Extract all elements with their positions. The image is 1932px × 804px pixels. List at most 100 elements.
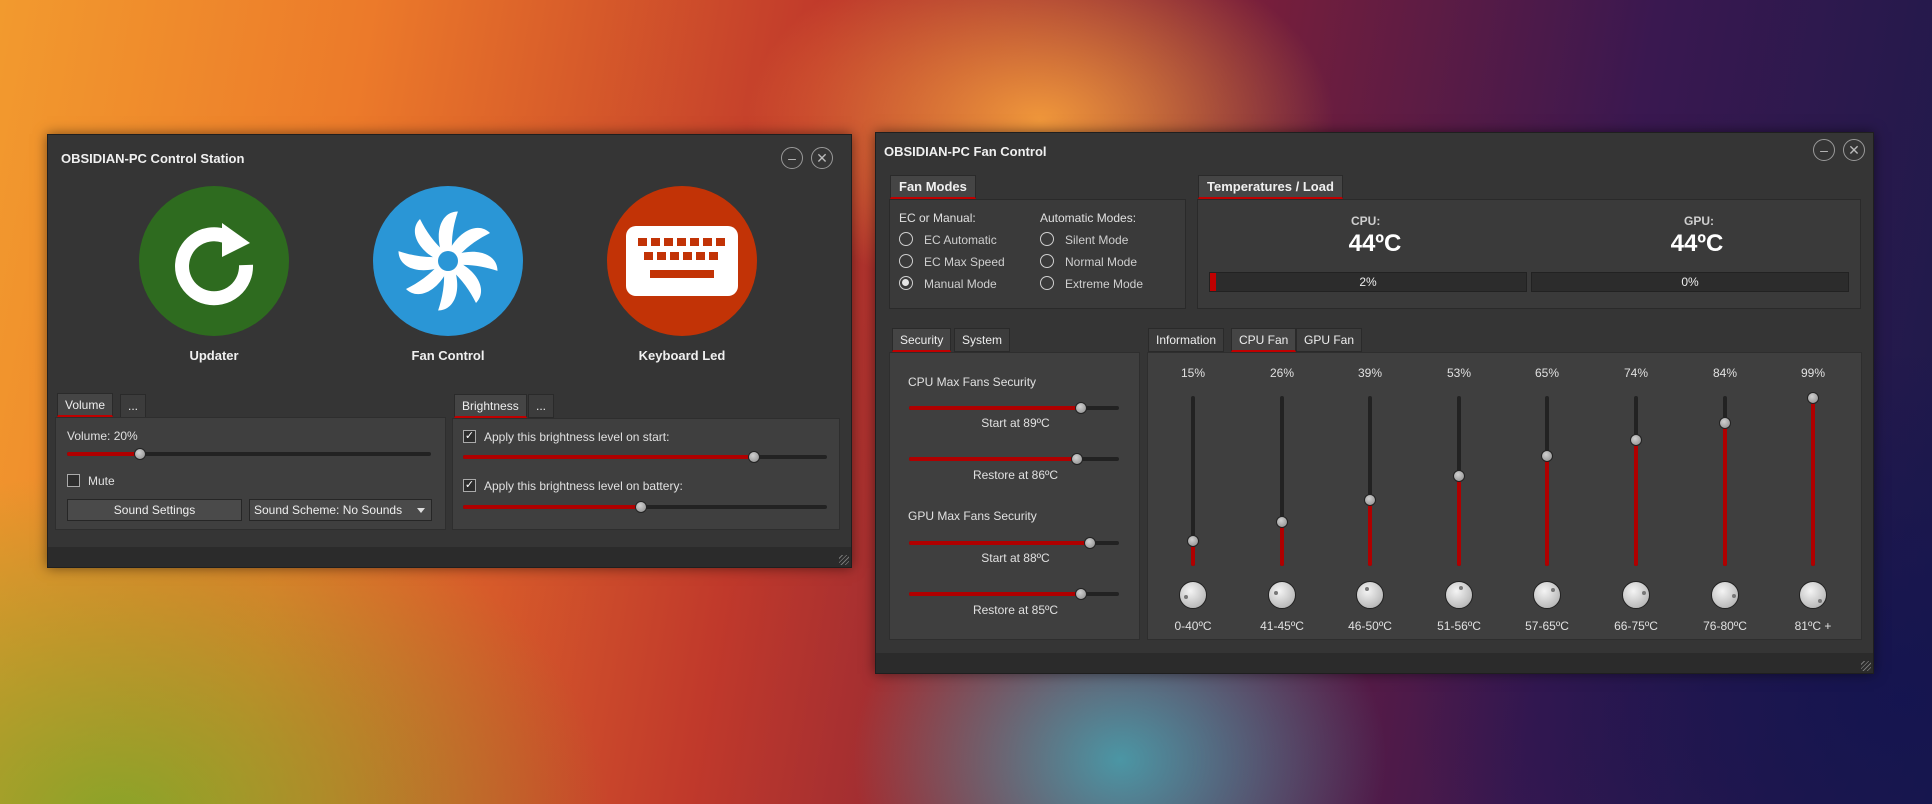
fan-speed-percent: 53% [1446, 366, 1472, 380]
gpu-start-handle[interactable] [1083, 537, 1096, 549]
tab-system[interactable]: System [954, 328, 1011, 352]
fan-speed-percent: 39% [1357, 366, 1383, 380]
temperature-range-label: 81ºC + [1794, 619, 1832, 633]
fan-speed-handle[interactable] [1276, 515, 1288, 528]
volume-slider[interactable] [67, 448, 431, 460]
sound-settings-button[interactable]: Sound Settings [67, 499, 242, 521]
resize-grip[interactable] [1861, 661, 1871, 671]
fan-speed-percent: 26% [1269, 366, 1295, 380]
gpu-load-bar: 0% [1531, 272, 1849, 292]
fan-speed-handle[interactable] [1719, 417, 1731, 430]
manual-mode-radio[interactable] [899, 276, 913, 290]
gpu-security-title: GPU Max Fans Security [908, 509, 1037, 523]
gpu-start-slider[interactable] [909, 537, 1119, 549]
fan-speed-slider[interactable] [1276, 396, 1288, 566]
fan-speed-slider[interactable] [1630, 396, 1642, 566]
keyboard-led-button[interactable] [607, 186, 757, 336]
close-icon[interactable]: ✕ [1843, 139, 1865, 161]
updater-button[interactable] [139, 186, 289, 336]
gpu-restore-handle[interactable] [1075, 588, 1088, 600]
temperature-dial[interactable] [1179, 581, 1207, 609]
temperature-range-label: 66-75ºC [1614, 619, 1658, 633]
fan-icon [398, 211, 498, 311]
fan-speed-percent: 84% [1712, 366, 1738, 380]
extreme-mode-label: Extreme Mode [1065, 277, 1144, 291]
extreme-mode-radio[interactable] [1040, 276, 1054, 290]
fan-speed-slider[interactable] [1453, 396, 1465, 566]
gpu-load-value: 0% [1681, 275, 1699, 289]
brightness-start-handle[interactable] [748, 451, 761, 463]
fan-speed-handle[interactable] [1187, 534, 1199, 547]
tab-security[interactable]: Security [892, 328, 952, 352]
normal-mode-radio[interactable] [1040, 254, 1054, 268]
brightness-battery-slider[interactable] [463, 501, 827, 513]
temperatures-group: CPU: 44ºC GPU: 44ºC 2% 0% [1197, 199, 1861, 309]
fan-speed-handle[interactable] [1630, 434, 1642, 447]
brightness-start-checkbox[interactable]: ✓ [463, 430, 476, 443]
cpu-temperature: 44ºC [1348, 230, 1402, 257]
cpu-start-label: Start at 89ºC [981, 416, 1050, 430]
silent-mode-label: Silent Mode [1065, 233, 1129, 247]
temperatures-header: Temperatures / Load [1198, 175, 1343, 199]
mute-checkbox[interactable] [67, 474, 80, 487]
gpu-restore-label: Restore at 85ºC [972, 603, 1059, 617]
cpu-start-slider[interactable] [909, 402, 1119, 414]
temperature-range-label: 41-45ºC [1260, 619, 1304, 633]
tab-brightness-more[interactable]: ... [528, 394, 555, 418]
fan-speed-percent: 99% [1800, 366, 1826, 380]
ec-automatic-radio[interactable] [899, 232, 913, 246]
minimize-icon[interactable]: – [781, 147, 803, 169]
gpu-restore-slider[interactable] [909, 588, 1119, 600]
silent-mode-radio[interactable] [1040, 232, 1054, 246]
close-icon[interactable]: ✕ [811, 147, 833, 169]
fan-control-button[interactable] [373, 186, 523, 336]
brightness-start-slider[interactable] [463, 451, 827, 463]
cpu-start-handle[interactable] [1075, 402, 1088, 414]
fan-speed-slider[interactable] [1807, 391, 1819, 566]
temperature-dial[interactable] [1711, 581, 1739, 609]
temperature-dial[interactable] [1622, 581, 1650, 609]
fan-curve-panel: 15% 0-40ºC 26% 41-45ºC 39% 46-50ºC 53% 51-56ºC 6… [1147, 352, 1862, 640]
fan-speed-handle[interactable] [1453, 469, 1465, 482]
cpu-security-title: CPU Max Fans Security [908, 375, 1037, 389]
cpu-restore-slider[interactable] [909, 453, 1119, 465]
ec-max-speed-radio[interactable] [899, 254, 913, 268]
temperature-dial[interactable] [1533, 581, 1561, 609]
automatic-modes-title: Automatic Modes: [1040, 211, 1137, 225]
temperature-dial[interactable] [1445, 581, 1473, 609]
volume-slider-handle[interactable] [133, 448, 146, 460]
minimize-icon[interactable]: – [1813, 139, 1835, 161]
fan-speed-handle[interactable] [1807, 391, 1819, 404]
fan-speed-slider[interactable] [1187, 396, 1199, 566]
brightness-battery-handle[interactable] [635, 501, 648, 513]
manual-mode-label: Manual Mode [924, 277, 997, 291]
status-bar [876, 653, 1873, 673]
fan-control-label: Fan Control [411, 348, 485, 363]
fan-speed-slider[interactable] [1719, 396, 1731, 566]
tab-brightness[interactable]: Brightness [454, 394, 527, 418]
brightness-battery-label: Apply this brightness level on battery: [484, 479, 683, 493]
fan-speed-slider[interactable] [1364, 396, 1376, 566]
temperature-range-label: 57-65ºC [1525, 619, 1569, 633]
fan-speed-handle[interactable] [1541, 449, 1553, 462]
normal-mode-label: Normal Mode [1065, 255, 1138, 269]
fan-modes-group: EC or Manual: EC Automatic EC Max Speed … [889, 199, 1186, 309]
fan-speed-slider[interactable] [1541, 396, 1553, 566]
cpu-restore-handle[interactable] [1071, 453, 1083, 465]
gpu-temperature: 44ºC [1670, 230, 1724, 257]
brightness-battery-checkbox[interactable]: ✓ [463, 479, 476, 492]
temperature-dial[interactable] [1799, 581, 1827, 609]
tab-cpu-fan[interactable]: CPU Fan [1231, 328, 1297, 352]
fan-speed-handle[interactable] [1364, 493, 1376, 506]
tab-gpu-fan[interactable]: GPU Fan [1296, 328, 1363, 352]
tab-volume-more[interactable]: ... [120, 394, 147, 418]
ec-max-speed-label: EC Max Speed [924, 255, 1005, 269]
tab-volume[interactable]: Volume [57, 393, 114, 417]
temperature-dial[interactable] [1356, 581, 1384, 609]
resize-grip[interactable] [839, 555, 849, 565]
temperature-range-label: 46-50ºC [1348, 619, 1392, 633]
tab-information[interactable]: Information [1148, 328, 1225, 352]
temperature-dial[interactable] [1268, 581, 1296, 609]
sound-scheme-dropdown[interactable]: Sound Scheme: No Sounds [249, 499, 432, 521]
fan-speed-percent: 74% [1623, 366, 1649, 380]
